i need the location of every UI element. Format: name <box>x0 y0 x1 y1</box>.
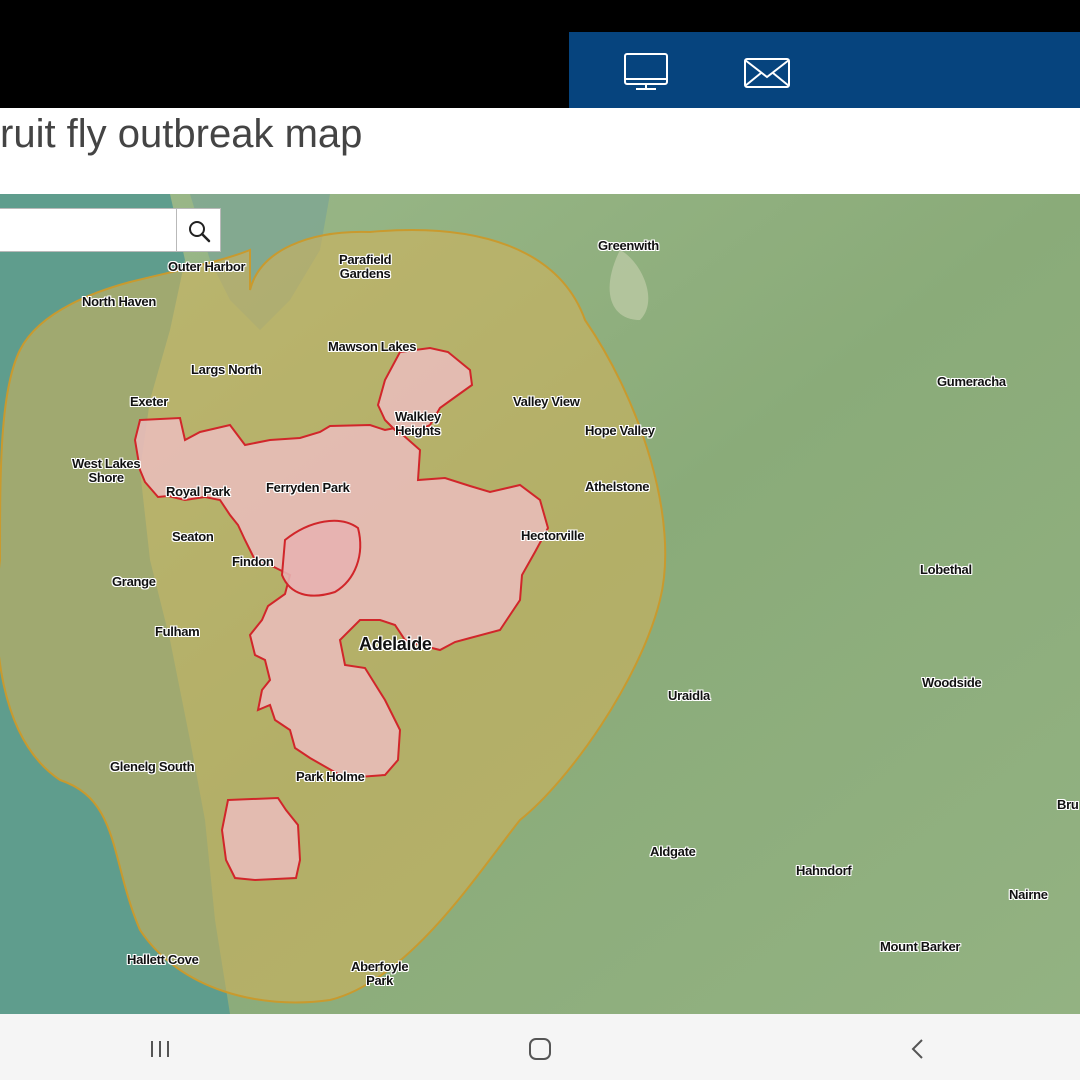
page-title: ruit fly outbreak map <box>0 112 363 156</box>
place-label: Nairne <box>1009 887 1048 902</box>
place-label: North Haven <box>82 294 156 309</box>
place-label-line: Parafield <box>339 252 392 267</box>
search-icon <box>189 221 211 243</box>
place-label: Exeter <box>130 394 168 409</box>
search-input[interactable] <box>0 208 176 252</box>
place-label: Lobethal <box>920 562 972 577</box>
place-label: Outer Harbor <box>168 259 246 274</box>
place-label: Parafield Gardens <box>339 252 392 281</box>
place-label-line: Aberfoyle <box>351 959 409 974</box>
place-label-line: Gardens <box>339 266 391 281</box>
place-label: Park Holme <box>296 769 365 784</box>
place-label: Uraidla <box>668 688 710 703</box>
home-icon[interactable] <box>520 1034 560 1064</box>
place-label: Hope Valley <box>585 423 655 438</box>
place-label: Gumeracha <box>937 374 1006 389</box>
place-label: Largs North <box>191 362 262 377</box>
place-label: Royal Park <box>166 484 231 499</box>
place-label: Findon <box>232 554 274 569</box>
place-label: Woodside <box>922 675 982 690</box>
place-label: Bru <box>1057 797 1079 812</box>
place-label: Mount Barker <box>880 939 961 954</box>
place-label-line: Walkley <box>395 409 441 424</box>
place-label: Aberfoyle Park <box>351 959 409 988</box>
place-label: Glenelg South <box>110 759 195 774</box>
place-label: Ferryden Park <box>266 480 350 495</box>
place-label: Fulham <box>155 624 200 639</box>
place-label-city: Adelaide <box>359 634 432 654</box>
computer-icon[interactable] <box>622 52 672 94</box>
place-label: Mawson Lakes <box>328 339 417 354</box>
place-label: Grange <box>112 574 156 589</box>
recent-apps-icon[interactable] <box>140 1034 180 1064</box>
place-label: Hallett Cove <box>127 952 199 967</box>
mail-icon[interactable] <box>742 52 792 94</box>
back-icon[interactable] <box>898 1034 938 1064</box>
place-label: Valley View <box>513 394 580 409</box>
map-base <box>0 194 1080 1014</box>
place-label: Seaton <box>172 529 214 544</box>
place-label: Greenwith <box>598 238 659 253</box>
place-label: Walkley Heights <box>395 410 441 438</box>
place-label: Hahndorf <box>796 863 852 878</box>
place-label-line: Shore <box>88 470 124 485</box>
place-label: Athelstone <box>585 479 650 494</box>
place-label: Hectorville <box>521 528 585 543</box>
place-label: Aldgate <box>650 844 696 859</box>
status-bar <box>0 0 1080 32</box>
header-left <box>0 32 569 108</box>
search-button[interactable] <box>176 208 221 252</box>
place-label: West Lakes Shore <box>72 456 141 485</box>
place-label-line: Heights <box>395 423 441 438</box>
place-label-line: Park <box>366 973 394 988</box>
outbreak-map[interactable] <box>0 194 1080 1014</box>
place-label-line: West Lakes <box>72 456 141 471</box>
